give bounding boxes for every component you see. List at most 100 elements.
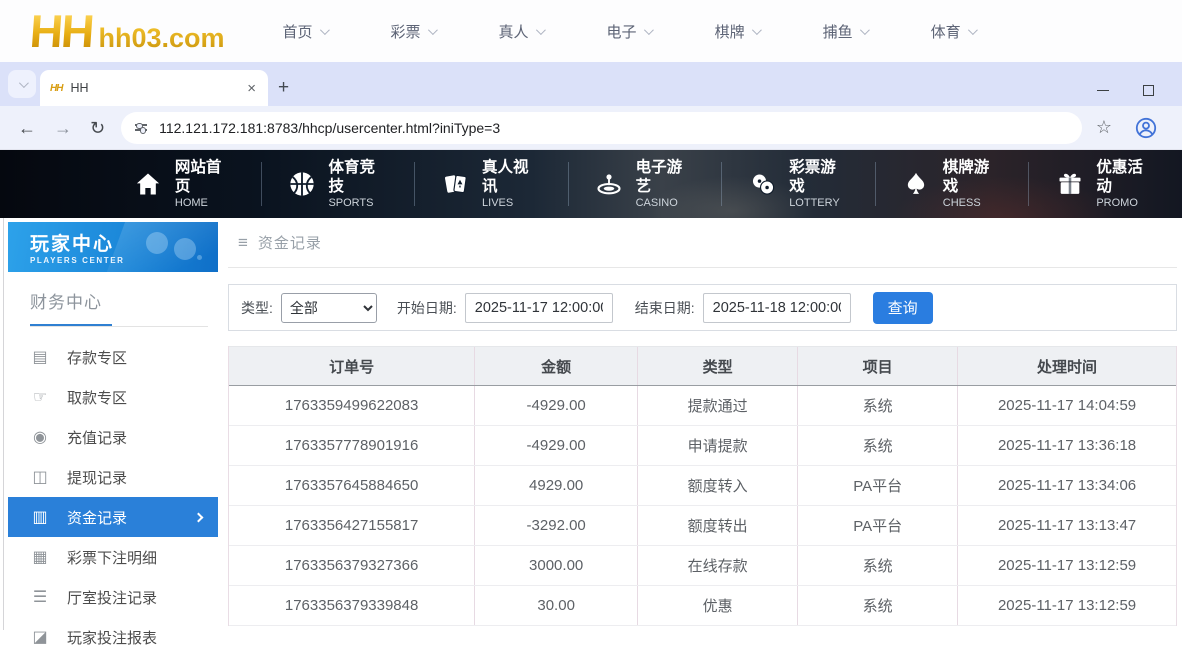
start-date-input[interactable] <box>465 293 613 323</box>
funds-table: 订单号 金额 类型 项目 处理时间 1763359499622083 -4929… <box>228 346 1177 626</box>
roulette-icon <box>595 169 624 199</box>
table-header-row: 订单号 金额 类型 项目 处理时间 <box>229 346 1176 386</box>
reload-icon[interactable]: ↻ <box>90 119 105 137</box>
type-select[interactable]: 全部 <box>281 293 377 323</box>
sidebar-item-recharge-record[interactable]: ◉ 充值记录 <box>8 417 218 457</box>
left-edge-divider <box>3 218 4 630</box>
table-row[interactable]: 1763356379327366 3000.00 在线存款 系统 2025-11… <box>229 546 1176 586</box>
gnav-item-home[interactable]: 网站首页HOME <box>108 162 261 206</box>
home-icon <box>134 169 163 199</box>
table-row[interactable]: 1763359499622083 -4929.00 提款通过 系统 2025-1… <box>229 386 1176 426</box>
window-maximize-button[interactable] <box>1143 85 1154 96</box>
tab-close-icon[interactable]: × <box>243 80 260 97</box>
top-nav-item-lottery[interactable]: 彩票 <box>391 21 435 42</box>
url-text[interactable]: 112.121.172.181:8783/hhcp/usercenter.htm… <box>159 120 500 136</box>
new-tab-button[interactable]: + <box>278 78 289 97</box>
cell-project: 系统 <box>798 586 958 625</box>
gnav-item-lives[interactable]: 真人视讯LIVES <box>414 162 568 206</box>
sidebar-item-player-bet-report[interactable]: ◪ 玩家投注报表 <box>8 617 218 657</box>
table-row[interactable]: 1763357645884650 4929.00 额度转入 PA平台 2025-… <box>229 466 1176 506</box>
lottery-balls-icon <box>748 169 777 199</box>
gnav-item-casino[interactable]: 电子游艺CASINO <box>568 162 722 206</box>
profile-icon[interactable] <box>1134 116 1158 140</box>
page-content: 玩家中心 PLAYERS CENTER 财务中心 ▤ 存款专区 ☞ 取款专区 <box>0 218 1182 630</box>
gnav-cn-label: 网站首页 <box>175 158 235 197</box>
playing-cards-icon <box>441 169 470 199</box>
sidebar-item-room-bet-record[interactable]: ☰ 厅室投注记录 <box>8 577 218 617</box>
column-header-order-no: 订单号 <box>229 347 475 385</box>
query-button[interactable]: 查询 <box>873 292 933 324</box>
chevron-down-icon <box>18 78 28 88</box>
logo-hh-mark: HH <box>28 8 94 54</box>
top-nav-item-home[interactable]: 首页 <box>283 21 327 42</box>
table-row[interactable]: 1763357778901916 -4929.00 申请提款 系统 2025-1… <box>229 426 1176 466</box>
sidebar-item-label: 充值记录 <box>67 427 127 448</box>
end-date-label: 结束日期: <box>635 298 695 318</box>
tab-search-button[interactable] <box>8 70 36 98</box>
table-row[interactable]: 1763356379339848 30.00 优惠 系统 2025-11-17 … <box>229 586 1176 626</box>
sidebar-item-label: 资金记录 <box>67 507 127 528</box>
gnav-cn-label: 电子游艺 <box>636 158 696 197</box>
top-nav-item-live[interactable]: 真人 <box>499 21 543 42</box>
type-label: 类型: <box>241 298 273 318</box>
back-icon[interactable]: ← <box>18 119 36 137</box>
sidebar-item-label: 提现记录 <box>67 467 127 488</box>
players-center-banner[interactable]: 玩家中心 PLAYERS CENTER <box>8 222 218 272</box>
cell-type: 提款通过 <box>638 386 798 425</box>
cell-order-no: 1763356379339848 <box>229 586 475 625</box>
top-nav-label: 首页 <box>283 21 313 42</box>
chevron-down-icon <box>968 25 978 35</box>
chevron-down-icon <box>319 25 329 35</box>
players-center-subtitle: PLAYERS CENTER <box>30 256 218 265</box>
players-center-title: 玩家中心 <box>30 229 218 256</box>
sidebar-item-icon: ◪ <box>30 627 50 647</box>
sidebar-item-icon: ◉ <box>30 427 50 447</box>
top-nav-item-chess[interactable]: 棋牌 <box>715 21 759 42</box>
top-nav-item-slots[interactable]: 电子 <box>607 21 651 42</box>
top-nav-item-fishing[interactable]: 捕鱼 <box>823 21 867 42</box>
address-bar[interactable]: 112.121.172.181:8783/hhcp/usercenter.htm… <box>121 112 1082 144</box>
site-logo[interactable]: HH hh03.com <box>30 8 225 54</box>
gift-icon <box>1055 169 1084 199</box>
site-info-icon[interactable] <box>135 124 147 130</box>
gnav-item-chess[interactable]: 棋牌游戏CHESS <box>875 162 1029 206</box>
window-minimize-button[interactable] <box>1097 90 1109 91</box>
sidebar-item-label: 厅室投注记录 <box>67 587 157 608</box>
cell-amount: -3292.00 <box>475 506 638 545</box>
bookmark-star-icon[interactable]: ☆ <box>1096 117 1112 138</box>
cell-amount: 3000.00 <box>475 546 638 585</box>
chevron-down-icon <box>860 25 870 35</box>
gnav-en-label: PROMO <box>1096 197 1156 211</box>
table-row[interactable]: 1763356427155817 -3292.00 额度转出 PA平台 2025… <box>229 506 1176 546</box>
browser-tab[interactable]: HH HH × <box>40 70 268 106</box>
cell-amount: -4929.00 <box>475 426 638 465</box>
sidebar-item-icon: ◫ <box>30 467 50 487</box>
cell-project: 系统 <box>798 546 958 585</box>
cell-amount: 4929.00 <box>475 466 638 505</box>
gnav-en-label: HOME <box>175 197 235 211</box>
sidebar-item-icon: ▥ <box>30 507 50 527</box>
basketball-icon <box>288 169 317 199</box>
finance-section-label: 财务中心 <box>30 288 218 313</box>
breadcrumb-label: 资金记录 <box>258 232 322 253</box>
sidebar-item-lottery-bet-detail[interactable]: ▦ 彩票下注明细 <box>8 537 218 577</box>
sidebar-menu: ▤ 存款专区 ☞ 取款专区 ◉ 充值记录 ◫ <box>8 337 218 657</box>
browser-toolbar: ← → ↻ 112.121.172.181:8783/hhcp/usercent… <box>0 106 1182 150</box>
sidebar-item-funds-record[interactable]: ▥ 资金记录 <box>8 497 218 537</box>
gnav-item-lottery[interactable]: 彩票游戏LOTTERY <box>721 162 875 206</box>
sidebar-item-icon: ☞ <box>30 387 50 407</box>
sidebar-item-deposit-zone[interactable]: ▤ 存款专区 <box>8 337 218 377</box>
finance-section: 财务中心 <box>8 272 218 327</box>
gamepad-watermark-icon <box>144 230 204 260</box>
forward-icon[interactable]: → <box>54 119 72 137</box>
gnav-item-promo[interactable]: 优惠活动PROMO <box>1028 162 1182 206</box>
cell-order-no: 1763357778901916 <box>229 426 475 465</box>
top-nav-item-sports[interactable]: 体育 <box>931 21 975 42</box>
cell-type: 在线存款 <box>638 546 798 585</box>
gnav-en-label: CHESS <box>943 197 1003 211</box>
sidebar-item-withdraw-zone[interactable]: ☞ 取款专区 <box>8 377 218 417</box>
gnav-en-label: CASINO <box>636 197 696 211</box>
end-date-input[interactable] <box>703 293 851 323</box>
gnav-item-sports[interactable]: 体育竞技SPORTS <box>261 162 415 206</box>
sidebar-item-withdraw-record[interactable]: ◫ 提现记录 <box>8 457 218 497</box>
